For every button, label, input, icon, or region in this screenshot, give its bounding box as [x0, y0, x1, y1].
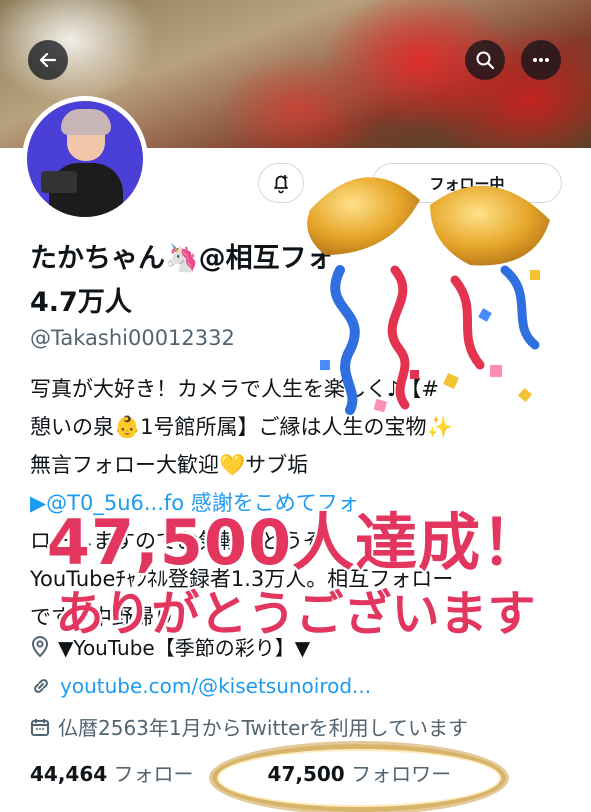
following-label: フォロー	[113, 762, 194, 786]
more-button[interactable]	[521, 40, 561, 80]
bio-line: 無言フォロー大歓迎💛サブ垢	[30, 453, 309, 477]
party-popper-icon	[307, 177, 550, 415]
link-icon	[34, 679, 48, 693]
following-stat[interactable]: 44,464 フォロー	[30, 758, 194, 787]
gold-ring-highlight	[212, 744, 506, 812]
search-button[interactable]	[465, 40, 505, 80]
joined-text: 仏暦2563年1月からTwitterを利用しています	[58, 716, 469, 740]
search-icon	[476, 51, 495, 70]
profile-joined: 仏暦2563年1月からTwitterを利用しています	[30, 712, 468, 741]
back-button[interactable]	[28, 40, 68, 80]
display-name-follower-line: 4.7万人	[30, 287, 132, 318]
avatar-image	[27, 101, 143, 217]
calendar-icon	[31, 718, 49, 736]
user-handle: @Takashi00012332	[30, 326, 235, 350]
celebration-headline: 47,500人達成！	[44, 504, 545, 582]
website-link[interactable]: youtube.com/@kisetsunoirod...	[60, 674, 371, 698]
profile-website[interactable]: youtube.com/@kisetsunoirod...	[30, 674, 371, 698]
more-icon	[533, 58, 549, 62]
arrow-left-icon	[39, 52, 57, 68]
following-count: 44,464	[30, 762, 108, 786]
celebration-thanks: ありがとうございます	[53, 584, 538, 645]
avatar[interactable]	[22, 96, 148, 222]
